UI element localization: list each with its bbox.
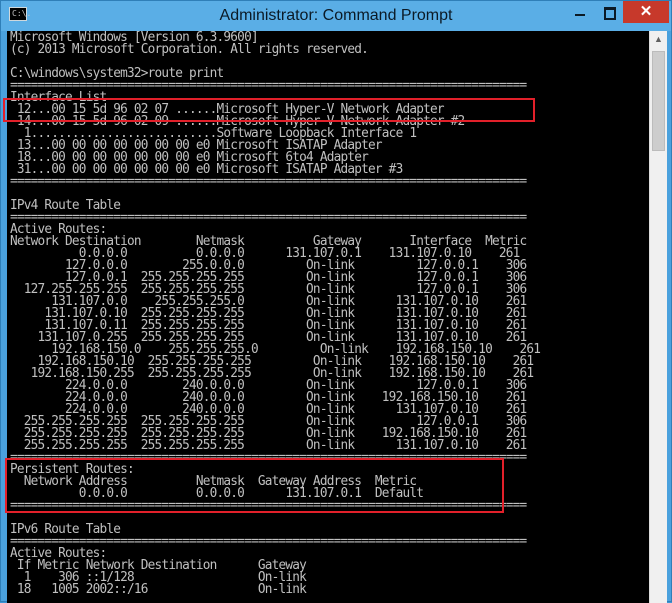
console-line: (c) 2013 Microsoft Corporation. All righ… bbox=[9, 42, 369, 57]
console-text: Microsoft Windows [Version 6.3.9600] (c) … bbox=[7, 31, 636, 596]
window-title: Administrator: Command Prompt bbox=[219, 7, 453, 24]
console-line: 18 1005 2002::/16 On-link bbox=[9, 582, 307, 597]
maximize-button[interactable] bbox=[595, 1, 623, 23]
command-prompt-window: C:\. Administrator: Command Prompt ✕ Mic… bbox=[0, 0, 672, 603]
scrollbar-thumb[interactable] bbox=[652, 51, 665, 151]
console-line: ========================================… bbox=[9, 498, 527, 513]
console-line: ========================================… bbox=[9, 174, 527, 189]
vertical-scrollbar[interactable]: ▲ bbox=[649, 31, 667, 603]
scroll-up-arrow-icon[interactable]: ▲ bbox=[650, 31, 667, 48]
minimize-button[interactable] bbox=[566, 1, 594, 23]
close-button[interactable]: ✕ bbox=[623, 1, 669, 23]
title-bar[interactable]: C:\. Administrator: Command Prompt ✕ bbox=[1, 1, 671, 31]
console-output-area[interactable]: Microsoft Windows [Version 6.3.9600] (c) … bbox=[7, 31, 649, 603]
